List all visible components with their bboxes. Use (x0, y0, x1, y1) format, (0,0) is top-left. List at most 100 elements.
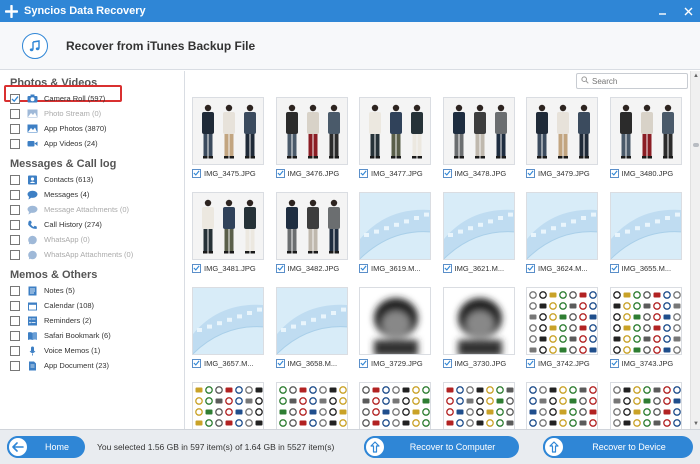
minimize-button[interactable] (654, 3, 670, 19)
photo-tile[interactable]: IMG_3657.M... (192, 287, 264, 369)
search-box[interactable] (576, 73, 688, 89)
photo-thumbnail[interactable] (192, 192, 264, 260)
photo-checkbox[interactable] (526, 263, 535, 273)
item-checkbox[interactable] (10, 219, 20, 230)
item-checkbox[interactable] (10, 345, 20, 356)
photo-tile[interactable] (609, 382, 682, 429)
item-checkbox[interactable] (10, 204, 20, 215)
item-checkbox[interactable] (10, 123, 20, 134)
photo-thumbnail[interactable] (359, 287, 431, 355)
item-checkbox[interactable] (10, 174, 20, 185)
close-button[interactable] (680, 3, 696, 19)
photo-tile[interactable]: IMG_3481.JPG (192, 192, 264, 274)
vertical-scrollbar[interactable]: ▲ ▼ (690, 71, 700, 429)
photo-checkbox[interactable] (192, 358, 201, 368)
item-checkbox[interactable] (10, 300, 20, 311)
item-checkbox[interactable] (10, 108, 20, 119)
photo-thumbnail[interactable] (609, 97, 682, 165)
sidebar-item-attachment[interactable]: Message Attachments (0) (0, 202, 184, 217)
photo-tile[interactable] (442, 382, 515, 429)
photo-thumbnail[interactable] (526, 97, 598, 165)
sidebar-item-app-photos[interactable]: App Photos (3870) (0, 121, 184, 136)
scroll-down-icon[interactable]: ▼ (691, 419, 700, 429)
scrollbar-thumb[interactable] (693, 143, 699, 147)
photo-checkbox[interactable] (609, 263, 619, 273)
photo-tile[interactable]: IMG_3742.JPG (526, 287, 598, 369)
photo-thumbnail[interactable] (192, 97, 264, 165)
recover-to-computer-button[interactable]: Recover to Computer (364, 436, 519, 458)
photo-thumbnail[interactable] (442, 287, 515, 355)
home-button[interactable]: Home (7, 436, 85, 458)
photo-thumbnail[interactable] (526, 192, 598, 260)
photo-checkbox[interactable] (275, 263, 285, 273)
sidebar-item-whatsapp[interactable]: WhatsApp (0) (0, 232, 184, 247)
search-input[interactable] (592, 76, 687, 86)
item-checkbox[interactable] (10, 234, 20, 245)
photo-checkbox[interactable] (192, 263, 201, 273)
photo-checkbox[interactable] (359, 168, 368, 178)
photo-checkbox[interactable] (442, 358, 452, 368)
photo-tile[interactable] (275, 382, 348, 429)
photo-tile[interactable] (359, 382, 431, 429)
photo-tile[interactable]: IMG_3658.M... (275, 287, 348, 369)
sidebar-item-message[interactable]: Messages (4) (0, 187, 184, 202)
item-checkbox[interactable] (10, 93, 20, 104)
photo-thumbnail[interactable] (359, 97, 431, 165)
photo-thumbnail[interactable] (609, 382, 682, 429)
photo-thumbnail[interactable] (275, 97, 348, 165)
photo-tile[interactable] (192, 382, 264, 429)
photo-tile[interactable]: IMG_3729.JPG (359, 287, 431, 369)
photo-thumbnail[interactable] (526, 382, 598, 429)
photo-checkbox[interactable] (442, 168, 452, 178)
photo-tile[interactable] (526, 382, 598, 429)
sidebar-item-photo-stream[interactable]: Photo Stream (0) (0, 106, 184, 121)
item-checkbox[interactable] (10, 249, 20, 260)
photo-checkbox[interactable] (275, 168, 285, 178)
photo-thumbnail[interactable] (275, 382, 348, 429)
photo-thumbnail[interactable] (442, 192, 515, 260)
photo-checkbox[interactable] (359, 263, 368, 273)
photo-thumbnail[interactable] (275, 192, 348, 260)
item-checkbox[interactable] (10, 330, 20, 341)
photo-checkbox[interactable] (609, 358, 619, 368)
photo-tile[interactable]: IMG_3624.M... (526, 192, 598, 274)
photo-tile[interactable]: IMG_3482.JPG (275, 192, 348, 274)
photo-checkbox[interactable] (442, 263, 452, 273)
scroll-up-icon[interactable]: ▲ (691, 71, 700, 81)
item-checkbox[interactable] (10, 360, 20, 371)
photo-checkbox[interactable] (192, 168, 201, 178)
item-checkbox[interactable] (10, 285, 20, 296)
photo-tile[interactable]: IMG_3477.JPG (359, 97, 431, 179)
item-checkbox[interactable] (10, 189, 20, 200)
photo-thumbnail[interactable] (275, 287, 348, 355)
sidebar-item-whatsapp-attachment[interactable]: WhatsApp Attachments (0) (0, 247, 184, 262)
photo-checkbox[interactable] (359, 358, 368, 368)
sidebar-item-bookmark[interactable]: Safari Bookmark (6) (0, 328, 184, 343)
photo-tile[interactable]: IMG_3478.JPG (442, 97, 515, 179)
photo-checkbox[interactable] (275, 358, 285, 368)
photo-checkbox[interactable] (526, 358, 535, 368)
photo-tile[interactable]: IMG_3743.JPG (609, 287, 682, 369)
photo-thumbnail[interactable] (359, 192, 431, 260)
photo-tile[interactable]: IMG_3479.JPG (526, 97, 598, 179)
photo-thumbnail[interactable] (442, 97, 515, 165)
photo-tile[interactable]: IMG_3730.JPG (442, 287, 515, 369)
item-checkbox[interactable] (10, 315, 20, 326)
sidebar-item-camera[interactable]: Camera Roll (597) (0, 91, 184, 106)
sidebar-item-phone[interactable]: Call History (274) (0, 217, 184, 232)
sidebar-item-calendar[interactable]: Calendar (108) (0, 298, 184, 313)
sidebar-item-microphone[interactable]: Voice Memos (1) (0, 343, 184, 358)
sidebar-item-notes[interactable]: Notes (5) (0, 283, 184, 298)
photo-tile[interactable]: IMG_3476.JPG (275, 97, 348, 179)
photo-thumbnail[interactable] (192, 382, 264, 429)
photo-thumbnail[interactable] (526, 287, 598, 355)
photo-tile[interactable]: IMG_3475.JPG (192, 97, 264, 179)
photo-tile[interactable]: IMG_3619.M... (359, 192, 431, 274)
photo-thumbnail[interactable] (442, 382, 515, 429)
recover-to-device-button[interactable]: Recover to Device (543, 436, 693, 458)
item-checkbox[interactable] (10, 138, 20, 149)
photo-thumbnail[interactable] (609, 287, 682, 355)
photo-checkbox[interactable] (609, 168, 619, 178)
sidebar-item-video[interactable]: App Videos (24) (0, 136, 184, 151)
photo-thumbnail[interactable] (359, 382, 431, 429)
